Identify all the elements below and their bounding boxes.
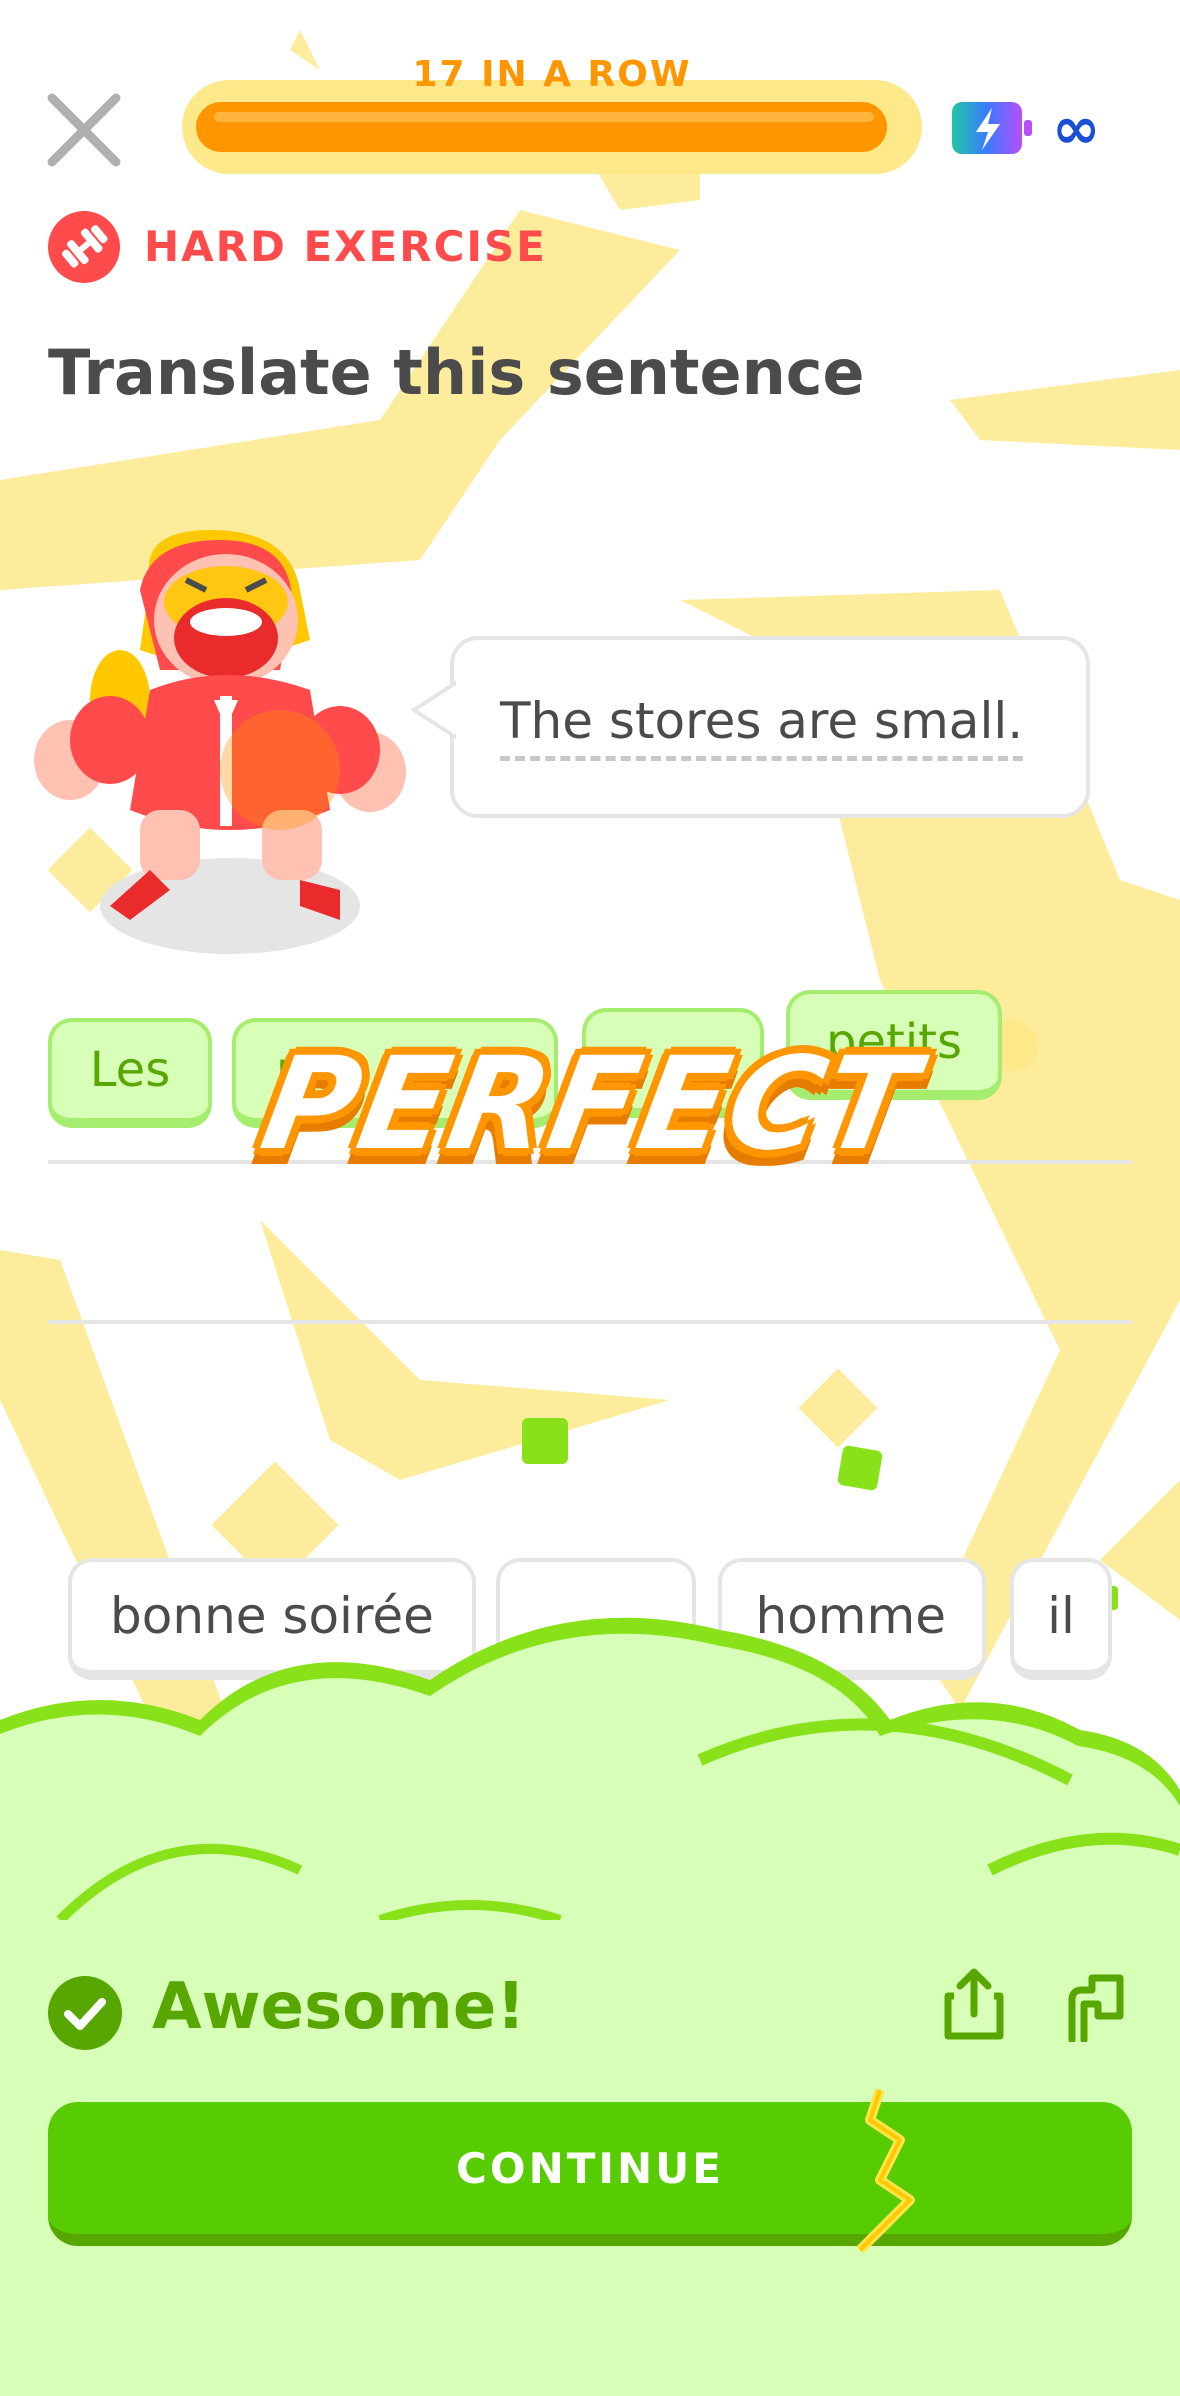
close-icon[interactable] [42,88,126,172]
perfect-celebration-text: PERFECT [251,1030,929,1179]
answer-chip[interactable]: Les [48,1018,212,1128]
continue-button-label: CONTINUE [456,2143,724,2193]
flag-icon[interactable] [1062,1970,1130,2042]
exercise-title: Translate this sentence [48,336,865,409]
answer-line [48,1320,1132,1324]
infinity-icon: ∞ [1052,94,1101,162]
streak-label: 17 IN A ROW [412,54,692,95]
speech-bubble-tail [410,680,470,740]
difficulty-label: HARD EXERCISE [144,222,547,271]
character-illustration [34,530,406,954]
speech-bubble: The stores are small. [450,636,1090,818]
dumbbell-icon [48,211,120,283]
share-icon[interactable] [940,1966,1008,2042]
prompt-sentence[interactable]: The stores are small. [500,692,1024,761]
feedback-title: Awesome! [152,1970,526,2044]
energy-bolt-icon [952,102,1032,154]
answer-chip-label: Les [89,1042,171,1098]
progress-shine [214,112,874,122]
lightning-spark-decoration [856,2088,915,2254]
success-cloud-decoration [0,1617,1180,1930]
progress-fill [196,102,887,152]
checkmark-icon [48,1976,122,2050]
